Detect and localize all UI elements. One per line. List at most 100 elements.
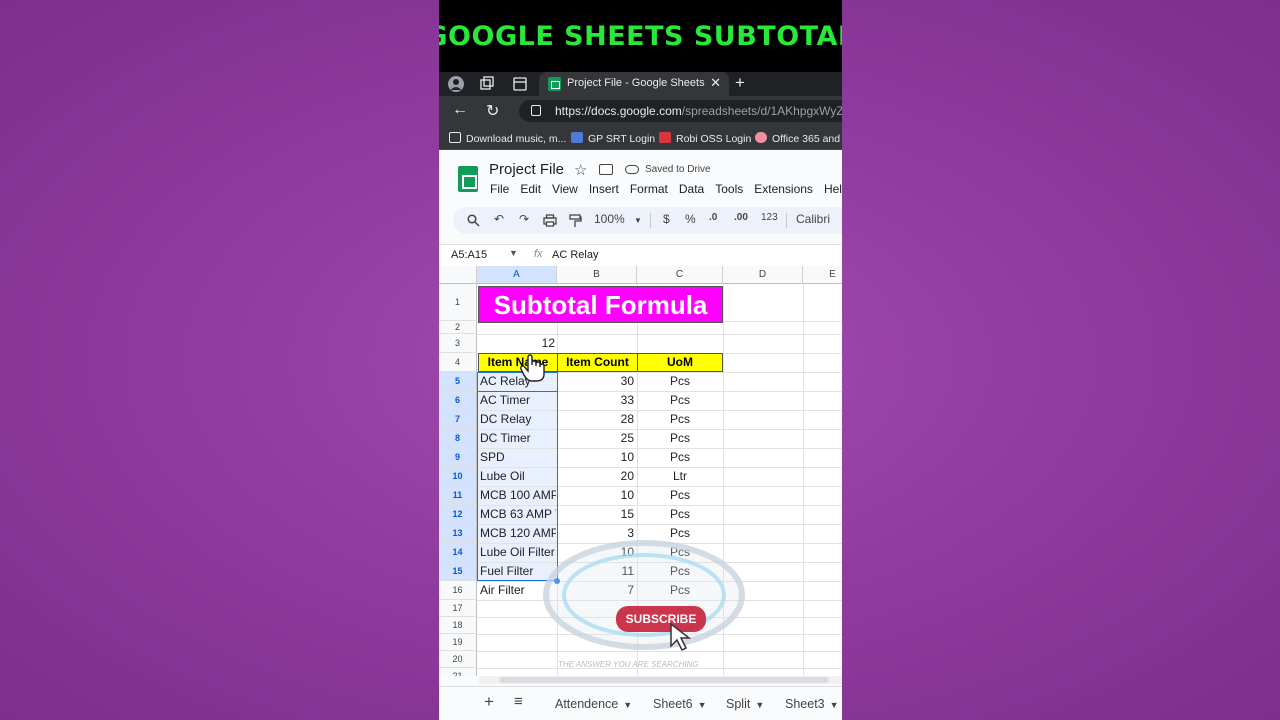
cell-item-count[interactable]: 15 bbox=[559, 507, 634, 521]
row-header-2[interactable]: 2 bbox=[439, 321, 477, 334]
menu-edit[interactable]: Edit bbox=[520, 182, 541, 196]
row-header-4[interactable]: 4 bbox=[439, 353, 477, 372]
row-header-1[interactable]: 1 bbox=[439, 284, 477, 321]
cell-uom[interactable]: Pcs bbox=[639, 488, 721, 502]
tab-actions-icon[interactable] bbox=[511, 75, 529, 93]
menu-insert[interactable]: Insert bbox=[589, 182, 619, 196]
name-box[interactable]: A5:A15 bbox=[451, 249, 487, 261]
cell-item-count[interactable]: 20 bbox=[559, 469, 634, 483]
row-header-8[interactable]: 8 bbox=[439, 429, 477, 448]
bookmark-item[interactable]: Download music, m... bbox=[449, 132, 566, 145]
redo-icon[interactable]: ↷ bbox=[519, 212, 529, 226]
zoom-select[interactable]: 100% ▼ bbox=[594, 212, 642, 226]
horizontal-scrollbar[interactable] bbox=[479, 676, 842, 684]
move-folder-icon[interactable] bbox=[599, 164, 613, 175]
browser-tab-active[interactable]: Project File - Google Sheets ✕ bbox=[539, 72, 729, 96]
cell-uom[interactable]: Pcs bbox=[639, 412, 721, 426]
cell-uom[interactable]: Pcs bbox=[639, 431, 721, 445]
row-header-20[interactable]: 20 bbox=[439, 651, 477, 668]
cell-uom[interactable]: Pcs bbox=[639, 393, 721, 407]
document-title[interactable]: Project File bbox=[489, 161, 564, 178]
select-all-corner[interactable] bbox=[439, 266, 477, 284]
currency-format-button[interactable]: $ bbox=[663, 212, 670, 226]
number-format-button[interactable]: 123 bbox=[761, 212, 778, 223]
sheet-tab[interactable]: Attendence ▼ bbox=[555, 697, 632, 711]
workspaces-icon[interactable] bbox=[478, 75, 496, 93]
decrease-decimal-button[interactable]: .0 bbox=[709, 212, 717, 223]
row-header-11[interactable]: 11 bbox=[439, 486, 477, 505]
cell-uom[interactable]: Pcs bbox=[639, 507, 721, 521]
browser-tab-strip: Project File - Google Sheets ✕ + bbox=[439, 72, 842, 96]
increase-decimal-button[interactable]: .00 bbox=[734, 212, 748, 223]
sheet-tab[interactable]: Split ▼ bbox=[726, 697, 764, 711]
cell-uom[interactable]: Pcs bbox=[639, 374, 721, 388]
sheets-logo-icon[interactable] bbox=[458, 166, 478, 192]
row-header-13[interactable]: 13 bbox=[439, 524, 477, 543]
cell-item-count[interactable]: 33 bbox=[559, 393, 634, 407]
column-header-d[interactable]: D bbox=[723, 266, 803, 284]
star-icon[interactable]: ☆ bbox=[574, 161, 587, 179]
font-select[interactable]: Calibri bbox=[796, 212, 830, 226]
chevron-down-icon: ▼ bbox=[623, 700, 633, 710]
bookmark-item[interactable]: Robi OSS Login bbox=[659, 132, 751, 145]
menu-tools[interactable]: Tools bbox=[715, 182, 743, 196]
reload-icon[interactable]: ↻ bbox=[486, 101, 499, 121]
undo-icon[interactable]: ↶ bbox=[494, 212, 504, 226]
percent-format-button[interactable]: % bbox=[685, 212, 696, 226]
cell-item-count[interactable]: 28 bbox=[559, 412, 634, 426]
chevron-down-icon[interactable]: ▼ bbox=[509, 248, 518, 258]
formula-input[interactable]: AC Relay bbox=[552, 249, 598, 261]
print-icon[interactable] bbox=[543, 214, 557, 227]
new-tab-icon[interactable]: + bbox=[735, 73, 745, 93]
row-header-16[interactable]: 16 bbox=[439, 581, 477, 600]
row-header-10[interactable]: 10 bbox=[439, 467, 477, 486]
cell-uom[interactable]: Pcs bbox=[639, 450, 721, 464]
cell-item-count[interactable]: 25 bbox=[559, 431, 634, 445]
menu-extensions[interactable]: Extensions bbox=[754, 182, 813, 196]
menu-data[interactable]: Data bbox=[679, 182, 704, 196]
cell-item-count[interactable]: 10 bbox=[559, 488, 634, 502]
row-header-6[interactable]: 6 bbox=[439, 391, 477, 410]
all-sheets-icon[interactable]: ≡ bbox=[514, 693, 523, 710]
row-header-3[interactable]: 3 bbox=[439, 334, 477, 353]
row-header-12[interactable]: 12 bbox=[439, 505, 477, 524]
bookmark-item[interactable]: GP SRT Login bbox=[571, 132, 655, 145]
row-header-21[interactable]: 21 bbox=[439, 668, 477, 676]
url-field[interactable]: https://docs.google.com/spreadsheets/d/1… bbox=[519, 100, 842, 122]
cell-item-count[interactable]: 10 bbox=[559, 450, 634, 464]
row-header-15[interactable]: 15 bbox=[439, 562, 477, 581]
menu-help[interactable]: Help bbox=[824, 182, 842, 196]
cell-a3[interactable]: 12 bbox=[479, 336, 555, 350]
add-sheet-icon[interactable]: + bbox=[484, 692, 494, 712]
column-header-a[interactable]: A bbox=[477, 266, 557, 284]
row-header-14[interactable]: 14 bbox=[439, 543, 477, 562]
row-header-7[interactable]: 7 bbox=[439, 410, 477, 429]
column-header-c[interactable]: C bbox=[637, 266, 723, 284]
sheet-tab[interactable]: Sheet6 ▼ bbox=[653, 697, 707, 711]
scrollbar-thumb[interactable] bbox=[499, 677, 829, 683]
header-item-name[interactable]: Item Name bbox=[478, 353, 558, 372]
row-header-19[interactable]: 19 bbox=[439, 634, 477, 651]
menu-view[interactable]: View bbox=[552, 182, 578, 196]
header-item-count[interactable]: Item Count bbox=[557, 353, 638, 372]
sheet-tab[interactable]: Sheet3 ▼ bbox=[785, 697, 839, 711]
back-icon[interactable]: ← bbox=[452, 101, 468, 119]
search-menus-icon[interactable] bbox=[467, 214, 480, 227]
bookmark-item[interactable]: Office 365 and 5 bbox=[755, 132, 842, 145]
menu-format[interactable]: Format bbox=[630, 182, 668, 196]
cell-item-count[interactable]: 30 bbox=[559, 374, 634, 388]
title-cell[interactable]: Subtotal Formula bbox=[478, 286, 723, 323]
row-header-18[interactable]: 18 bbox=[439, 617, 477, 634]
profile-icon[interactable] bbox=[447, 75, 465, 93]
header-uom[interactable]: UoM bbox=[637, 353, 723, 372]
paint-format-icon[interactable] bbox=[569, 214, 582, 228]
row-header-5[interactable]: 5 bbox=[439, 372, 477, 391]
menu-file[interactable]: File bbox=[490, 182, 509, 196]
row-header-9[interactable]: 9 bbox=[439, 448, 477, 467]
close-tab-icon[interactable]: ✕ bbox=[710, 75, 721, 91]
column-header-b[interactable]: B bbox=[557, 266, 637, 284]
row-header-17[interactable]: 17 bbox=[439, 600, 477, 617]
cell-uom[interactable]: Ltr bbox=[639, 469, 721, 483]
column-header-e[interactable]: E bbox=[803, 266, 842, 284]
video-frame: GOOGLE SHEETS SUBTOTAL Project File - Go… bbox=[439, 0, 842, 720]
